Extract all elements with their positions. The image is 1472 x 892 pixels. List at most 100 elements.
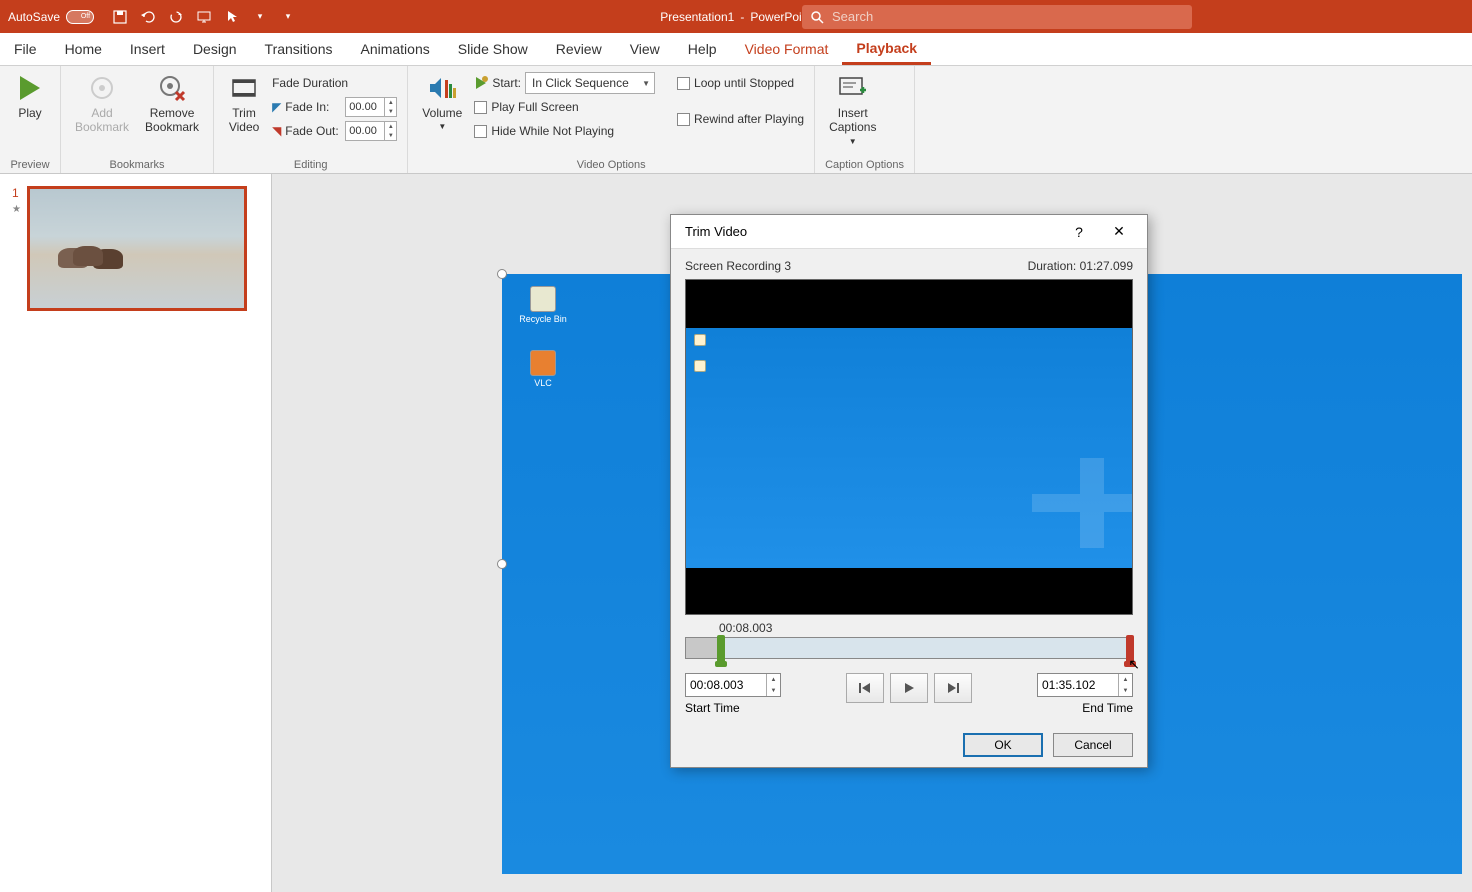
tab-transitions[interactable]: Transitions xyxy=(251,33,347,65)
toggle-off-icon[interactable]: Off xyxy=(66,10,94,24)
hide-label: Hide While Not Playing xyxy=(491,124,614,138)
start-dropdown[interactable]: In Click Sequence xyxy=(525,72,655,94)
qat-more-icon[interactable]: ▾ xyxy=(252,9,268,25)
tab-review[interactable]: Review xyxy=(542,33,616,65)
quick-access-toolbar: ▾ ▾ xyxy=(102,9,306,25)
play-full-screen-checkbox[interactable]: Play Full Screen xyxy=(474,96,655,118)
spin-up-icon[interactable]: ▲ xyxy=(767,674,780,685)
loop-checkbox[interactable]: Loop until Stopped xyxy=(677,72,804,94)
start-time-input[interactable]: 00:08.003▲▼ xyxy=(685,673,781,697)
next-frame-button[interactable] xyxy=(934,673,972,703)
search-input[interactable] xyxy=(832,9,1184,24)
present-icon[interactable] xyxy=(196,9,212,25)
tab-help[interactable]: Help xyxy=(674,33,731,65)
trim-video-button[interactable]: Trim Video xyxy=(224,70,264,137)
cursor-icon: ↖ xyxy=(1128,656,1140,673)
video-preview[interactable] xyxy=(685,279,1133,615)
play-button[interactable]: Play xyxy=(10,70,50,122)
end-time-input[interactable]: 01:35.102▲▼ xyxy=(1037,673,1133,697)
add-bookmark-label: Add Bookmark xyxy=(75,106,129,135)
dialog-close-button[interactable]: ✕ xyxy=(1099,218,1139,246)
dialog-help-button[interactable]: ? xyxy=(1059,218,1099,246)
group-bookmarks-label: Bookmarks xyxy=(71,157,203,171)
spin-down-icon[interactable]: ▼ xyxy=(385,107,396,116)
spin-down-icon[interactable]: ▼ xyxy=(1119,685,1132,696)
volume-button[interactable]: Volume ▼ xyxy=(418,70,466,134)
spin-up-icon[interactable]: ▲ xyxy=(1119,674,1132,685)
ok-button[interactable]: OK xyxy=(963,733,1043,757)
tab-video-format[interactable]: Video Format xyxy=(731,33,843,65)
title-sep: - xyxy=(740,10,744,24)
checkbox-icon xyxy=(677,113,690,126)
trim-video-dialog: Trim Video ? ✕ Screen Recording 3 Durati… xyxy=(670,214,1148,768)
fade-in-input[interactable]: 00.00▲▼ xyxy=(345,97,397,117)
play-pause-button[interactable] xyxy=(890,673,928,703)
pointer-icon[interactable] xyxy=(224,9,240,25)
chevron-down-icon: ▼ xyxy=(438,122,446,132)
group-editing-label: Editing xyxy=(224,157,397,171)
group-video-options: Volume ▼ Start: In Click Sequence Play F… xyxy=(408,66,815,173)
fade-duration-label: Fade Duration xyxy=(272,72,397,94)
search-icon xyxy=(810,10,824,24)
undo-icon[interactable] xyxy=(140,9,156,25)
spin-down-icon[interactable]: ▼ xyxy=(385,131,396,140)
qat-customize-icon[interactable]: ▾ xyxy=(280,9,296,25)
search-box[interactable] xyxy=(802,5,1192,29)
add-bookmark-button: Add Bookmark xyxy=(71,70,133,137)
prev-frame-button[interactable] xyxy=(846,673,884,703)
play-label: Play xyxy=(18,106,41,120)
fade-out-arrow-icon: ◥ xyxy=(272,124,281,138)
group-caption-label: Caption Options xyxy=(825,157,904,171)
ribbon: Play Preview Add Bookmark Remove Bookmar… xyxy=(0,66,1472,174)
doc-name: Presentation1 xyxy=(660,10,734,24)
tab-playback[interactable]: Playback xyxy=(842,33,931,65)
tab-slideshow[interactable]: Slide Show xyxy=(444,33,542,65)
fade-out-label: Fade Out: xyxy=(285,124,341,138)
start-label: Start: xyxy=(492,76,521,90)
save-icon[interactable] xyxy=(112,9,128,25)
captions-icon xyxy=(837,72,869,104)
add-bookmark-icon xyxy=(86,72,118,104)
selection-handle[interactable] xyxy=(497,559,507,569)
remove-bookmark-button[interactable]: Remove Bookmark xyxy=(141,70,203,137)
tab-animations[interactable]: Animations xyxy=(346,33,443,65)
spin-up-icon[interactable]: ▲ xyxy=(385,122,396,131)
trim-video-icon xyxy=(228,72,260,104)
slide-number: 1 xyxy=(12,186,21,200)
clip-name: Screen Recording 3 xyxy=(685,259,791,273)
autosave-toggle[interactable]: AutoSave Off xyxy=(0,10,102,24)
checkbox-icon xyxy=(677,77,690,90)
redo-icon[interactable] xyxy=(168,9,184,25)
tab-insert[interactable]: Insert xyxy=(116,33,179,65)
spin-up-icon[interactable]: ▲ xyxy=(385,98,396,107)
trim-end-handle[interactable]: ↖ xyxy=(1126,635,1134,663)
preview-desktop-icon xyxy=(694,334,706,346)
chevron-down-icon: ▼ xyxy=(849,137,857,147)
hide-not-playing-checkbox[interactable]: Hide While Not Playing xyxy=(474,120,655,142)
fade-out-row: ◥ Fade Out: 00.00▲▼ xyxy=(272,120,397,142)
selection-handle[interactable] xyxy=(497,269,507,279)
rewind-checkbox[interactable]: Rewind after Playing xyxy=(677,108,804,130)
slide-thumbnails-panel[interactable]: 1 ★ xyxy=(0,174,272,892)
clip-duration: Duration: 01:27.099 xyxy=(1028,259,1133,273)
tab-view[interactable]: View xyxy=(616,33,674,65)
cancel-button[interactable]: Cancel xyxy=(1053,733,1133,757)
slide-thumb-1[interactable]: 1 ★ xyxy=(12,186,259,311)
play-full-label: Play Full Screen xyxy=(491,100,578,114)
spin-down-icon[interactable]: ▼ xyxy=(767,685,780,696)
checkbox-icon xyxy=(474,125,487,138)
tab-design[interactable]: Design xyxy=(179,33,251,65)
tab-home[interactable]: Home xyxy=(51,33,116,65)
start-icon xyxy=(474,76,488,90)
tab-file[interactable]: File xyxy=(0,33,51,65)
start-row: Start: In Click Sequence xyxy=(474,72,655,94)
group-preview-label: Preview xyxy=(10,157,50,171)
fade-out-input[interactable]: 00.00▲▼ xyxy=(345,121,397,141)
remove-bookmark-label: Remove Bookmark xyxy=(145,106,199,135)
group-caption-options: Insert Captions ▼ Caption Options xyxy=(815,66,915,173)
trim-timeline[interactable]: ↖ xyxy=(685,637,1133,659)
slide-thumbnail[interactable] xyxy=(27,186,247,311)
volume-icon xyxy=(426,72,458,104)
insert-captions-button[interactable]: Insert Captions ▼ xyxy=(825,70,880,148)
trim-start-handle[interactable] xyxy=(717,635,725,663)
